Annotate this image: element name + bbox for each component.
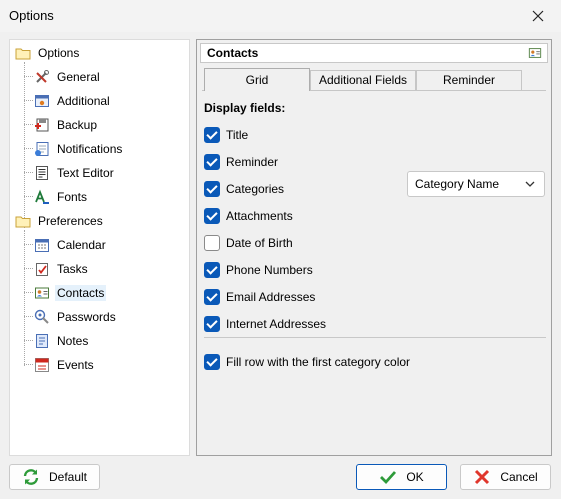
tree-item-label: Backup [57,118,98,132]
window-title: Options [9,8,54,23]
tree-item-label: Fonts [57,190,88,204]
tab-grid[interactable]: Grid [204,68,310,91]
close-button[interactable] [515,0,561,32]
contact-card-icon [528,48,542,58]
tree-item-calendar[interactable]: Calendar [34,235,108,255]
tree-group-options[interactable]: Options [15,43,81,63]
checkbox-label: Email Addresses [226,290,316,304]
tools-icon [36,70,49,83]
tree-item-label: Tasks [57,262,88,276]
tree-group-preferences[interactable]: Preferences [15,211,105,231]
tasks-icon [36,263,48,276]
checkbox-label: Fill row with the first category color [226,355,411,369]
cancel-button[interactable]: Cancel [460,464,551,490]
tree-item-label: Text Editor [57,166,114,180]
field-reminder-checkbox[interactable]: Reminder [204,153,278,171]
field-categories-checkbox[interactable]: Categories [204,180,284,198]
checkbox[interactable] [204,354,220,370]
tree-item-label: Events [57,358,94,372]
checkbox-label: Categories [226,182,285,196]
tab-additional-fields[interactable]: Additional Fields [310,70,416,90]
notification-icon [35,142,49,156]
checkbox-label: Title [226,128,249,142]
checkmark-icon [380,471,397,485]
close-icon [532,10,544,22]
tree-item-label: Notes [57,334,89,348]
checkbox-label: Internet Addresses [226,317,327,331]
tree-connector [24,62,25,228]
checkbox-label: Attachments [226,209,293,223]
field-phone-numbers-checkbox[interactable]: Phone Numbers [204,261,313,279]
category-display-select[interactable]: Category Name [407,171,545,197]
folder-icon [15,216,31,228]
tree-item-notes[interactable]: Notes [34,331,90,351]
tree-item-label: Contacts [55,285,107,301]
cancel-x-icon [475,469,490,485]
fonts-icon [35,189,49,204]
folder-icon [15,48,31,60]
settings-panel-icon [35,95,49,107]
separator [204,337,546,338]
tree-item-contacts[interactable]: Contacts [34,283,107,303]
backup-icon [35,118,49,132]
tree-item-label: Notifications [57,142,123,156]
tree-group-label: Preferences [38,214,103,228]
button-label: Cancel [500,470,538,484]
checkbox[interactable] [204,316,220,332]
tree-item-label: Additional [57,94,110,108]
passwords-icon [34,309,49,324]
tree-item-label: General [57,70,100,84]
checkbox-label: Reminder [226,155,279,169]
tree-item-notifications[interactable]: Notifications [34,139,124,159]
fill-row-category-color-checkbox[interactable]: Fill row with the first category color [204,353,410,371]
checkbox[interactable] [204,181,220,197]
tree-item-label: Passwords [57,310,116,324]
title-bar: Options [0,0,561,32]
checkbox-label: Phone Numbers [226,263,313,277]
checkbox[interactable] [204,289,220,305]
tab-reminder[interactable]: Reminder [416,70,522,90]
ok-button[interactable]: OK [356,464,447,490]
tree-item-additional[interactable]: Additional [34,91,112,111]
button-label: OK [406,470,424,484]
checkbox[interactable] [204,235,220,251]
panel-header: Contacts [200,43,548,63]
tree-group-label: Options [38,46,80,60]
chevron-down-icon [525,181,535,187]
field-title-checkbox[interactable]: Title [204,126,248,144]
tree-item-events[interactable]: Events [34,355,96,375]
tree-item-label: Calendar [57,238,106,252]
checkbox-label: Date of Birth [226,236,293,250]
events-icon [35,358,49,372]
panel-title: Contacts [207,46,259,60]
field-internet-addresses-checkbox[interactable]: Internet Addresses [204,315,326,333]
tree-item-text-editor[interactable]: Text Editor [34,163,116,183]
checkbox[interactable] [204,208,220,224]
checkbox[interactable] [204,262,220,278]
tree-item-backup[interactable]: Backup [34,115,99,135]
field-attachments-checkbox[interactable]: Attachments [204,207,293,225]
field-date-of-birth-checkbox[interactable]: Date of Birth [204,234,293,252]
calendar-icon [35,239,49,252]
default-button[interactable]: Default [9,464,100,490]
section-title: Display fields: [204,101,286,115]
text-editor-icon [36,166,48,180]
tree-connector [24,230,25,366]
tree-item-general[interactable]: General [34,67,102,87]
tree-item-tasks[interactable]: Tasks [34,259,90,279]
field-email-addresses-checkbox[interactable]: Email Addresses [204,288,315,306]
refresh-icon [23,469,39,485]
button-label: Default [48,470,88,484]
notes-icon [36,334,48,348]
select-value: Category Name [415,177,500,191]
checkbox[interactable] [204,154,220,170]
options-tree: Options General Additional Backup Notifi… [9,39,190,456]
contacts-panel: Contacts Grid Additional Fields Reminder… [196,39,552,456]
tree-item-fonts[interactable]: Fonts [34,187,89,207]
tree-item-passwords[interactable]: Passwords [34,307,118,327]
contact-card-icon [35,287,49,299]
checkbox[interactable] [204,127,220,143]
